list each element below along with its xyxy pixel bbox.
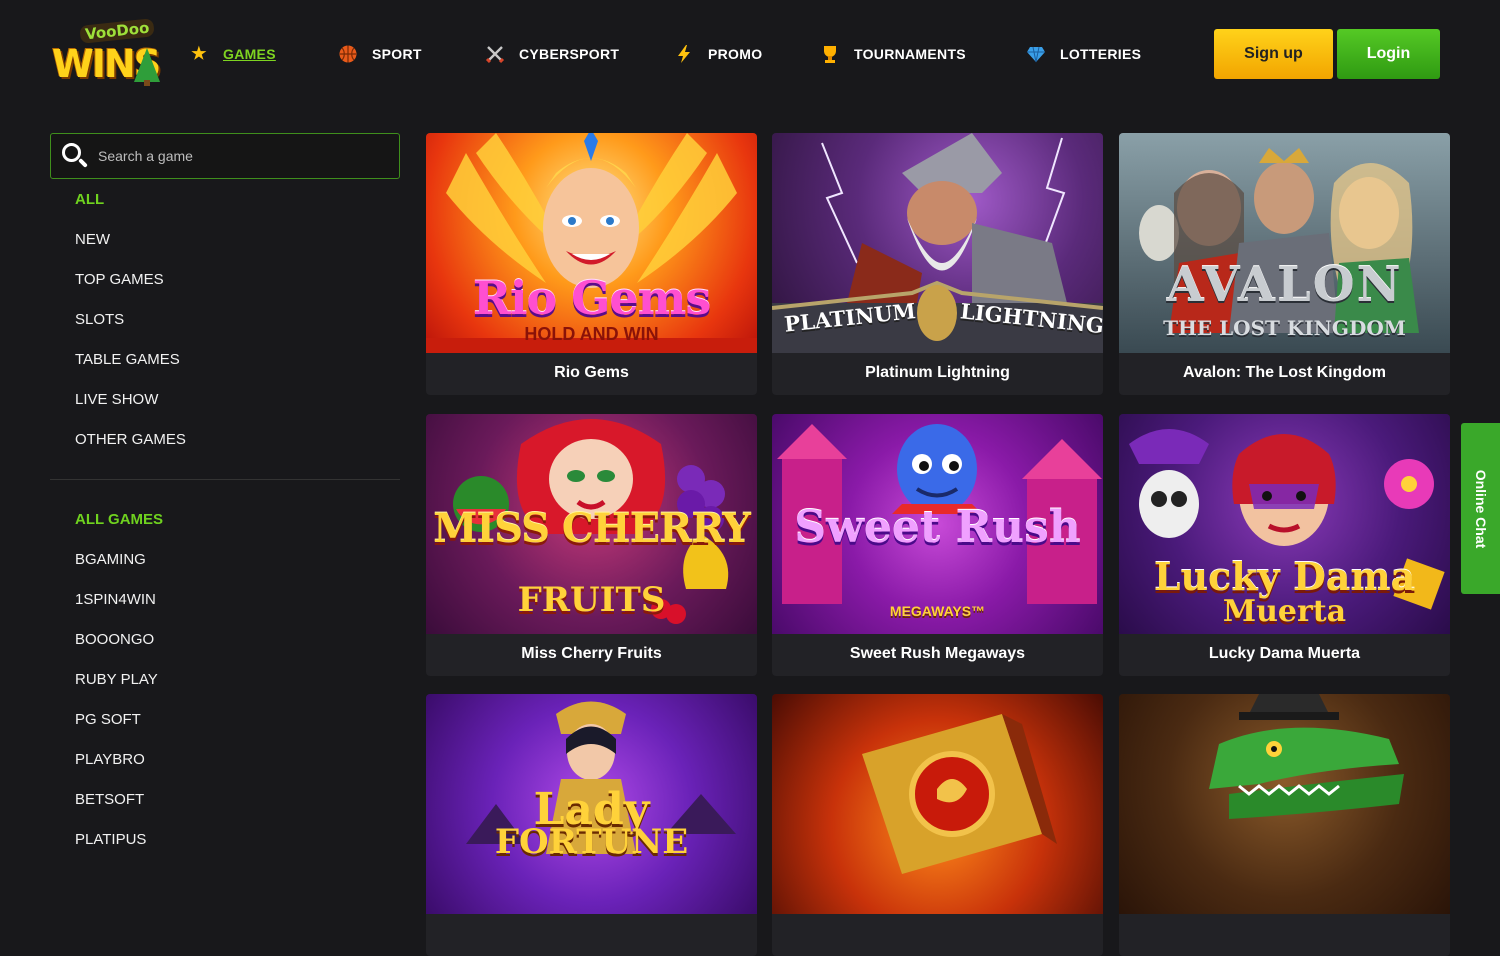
game-card-sweet-rush-megaways[interactable]: Sweet Rush MEGAWAYS™ Sweet Rush Megaways [772,414,1103,676]
nav-sport-label: SPORT [372,46,422,62]
provider-menu: ALL GAMES BGAMING 1SPIN4WIN BOOONGO RUBY… [75,500,395,860]
game-card-crocodile[interactable] [1119,694,1450,956]
game-art-logo: Lucky Dama [1153,554,1416,599]
game-art-logo: Sweet Rush [794,502,1081,553]
game-title [1119,914,1450,956]
game-thumbnail: MISS CHERRY FRUITS [426,414,757,634]
game-card-lady-fortune[interactable]: Lady FORTUNE [426,694,757,956]
category-slots[interactable]: SLOTS [75,300,395,340]
provider-booongo[interactable]: BOOONGO [75,620,395,660]
game-art-subtitle: HOLD AND WIN [524,324,659,344]
game-art-subtitle: FORTUNE [494,822,689,862]
header: VooDoo WINS ★ GAMES SPORT CYBERSPORT PRO… [0,0,1500,108]
category-top-games[interactable]: TOP GAMES [75,260,395,300]
nav-cybersport[interactable]: CYBERSPORT [485,42,619,66]
nav-games[interactable]: ★ GAMES [189,42,276,66]
logo-top-text: VooDoo [79,18,156,44]
game-card-avalon-the-lost-kingdom[interactable]: AVALON THE LOST KINGDOM Avalon: The Lost… [1119,133,1450,395]
game-card-platinum-lightning[interactable]: PLATINUM LIGHTNING Platinum Lightning [772,133,1103,395]
game-title: Sweet Rush Megaways [849,645,1026,662]
game-art-logo: MISS CHERRY [433,505,751,552]
category-new[interactable]: NEW [75,220,395,260]
provider-ruby-play[interactable]: RUBY PLAY [75,660,395,700]
provider-betsoft[interactable]: BETSOFT [75,780,395,820]
provider-1spin4win[interactable]: 1SPIN4WIN [75,580,395,620]
game-art-subtitle: MEGAWAYS™ [889,603,986,619]
game-art-subtitle: FRUITS [517,580,666,620]
nav-promo-label: PROMO [708,46,763,62]
basketball-icon [338,44,358,64]
game-thumbnail: Lady FORTUNE [426,694,757,914]
provider-bgaming[interactable]: BGAMING [75,540,395,580]
provider-platipus[interactable]: PLATIPUS [75,820,395,860]
nav-sport[interactable]: SPORT [338,42,422,66]
sidebar-divider [50,479,400,480]
game-thumbnail [1119,694,1450,914]
game-thumbnail: Lucky Dama Muerta [1119,414,1450,634]
game-thumbnail: PLATINUM LIGHTNING [772,133,1103,353]
category-live-show[interactable]: LIVE SHOW [75,380,395,420]
provider-pg-soft[interactable]: PG SOFT [75,700,395,740]
lightning-icon [674,44,694,64]
game-title [426,914,757,956]
online-chat-label: Online Chat [1472,469,1489,548]
game-art-subtitle: Muerta [1222,594,1347,629]
nav-cybersport-label: CYBERSPORT [519,46,620,62]
game-card-rio-gems[interactable]: Rio Gems HOLD AND WIN Rio Gems [426,133,757,395]
game-title [772,914,1103,956]
game-card-book[interactable] [772,694,1103,956]
category-table-games[interactable]: TABLE GAMES [75,340,395,380]
login-button[interactable]: Login [1337,29,1440,79]
provider-all-games[interactable]: ALL GAMES [75,500,395,540]
nav-tournaments-label: TOURNAMENTS [854,46,966,62]
game-thumbnail: Rio Gems HOLD AND WIN [426,133,757,353]
search-box[interactable] [50,133,400,179]
game-card-miss-cherry-fruits[interactable]: MISS CHERRY FRUITS Miss Cherry Fruits [426,414,757,676]
christmas-tree-icon [134,48,160,82]
game-card-lucky-dama-muerta[interactable]: Lucky Dama Muerta Lucky Dama Muerta [1119,414,1450,676]
game-art-logo: AVALON [1166,257,1403,313]
game-title: Lucky Dama Muerta [1208,645,1361,662]
trophy-icon [820,44,840,64]
search-icon [61,142,89,170]
diamond-icon [1026,44,1046,64]
nav-games-label: GAMES [223,46,276,62]
nav-tournaments[interactable]: TOURNAMENTS [820,42,966,66]
search-input[interactable] [98,148,378,164]
game-thumbnail: Sweet Rush MEGAWAYS™ [772,414,1103,634]
game-art-subtitle: THE LOST KINGDOM [1163,316,1406,340]
game-art-logo: Rio Gems [472,271,712,325]
game-thumbnail [772,694,1103,914]
nav-lotteries[interactable]: LOTTERIES [1026,42,1141,66]
game-thumbnail: AVALON THE LOST KINGDOM [1119,133,1450,353]
category-menu: ALL NEW TOP GAMES SLOTS TABLE GAMES LIVE… [75,180,395,460]
game-title: Avalon: The Lost Kingdom [1183,364,1386,381]
game-title: Rio Gems [554,364,629,381]
game-title: Miss Cherry Fruits [521,645,662,662]
star-icon: ★ [191,44,207,63]
category-other-games[interactable]: OTHER GAMES [75,420,395,460]
online-chat-tab[interactable]: Online Chat [1461,423,1500,594]
nav-lotteries-label: LOTTERIES [1060,46,1142,62]
crossed-swords-icon [485,44,505,64]
site-logo[interactable]: VooDoo WINS [50,18,162,88]
provider-playbro[interactable]: PLAYBRO [75,740,395,780]
category-all[interactable]: ALL [75,180,395,220]
nav-promo[interactable]: PROMO [674,42,762,66]
signup-button[interactable]: Sign up [1214,29,1333,79]
game-title: Platinum Lightning [865,364,1010,381]
